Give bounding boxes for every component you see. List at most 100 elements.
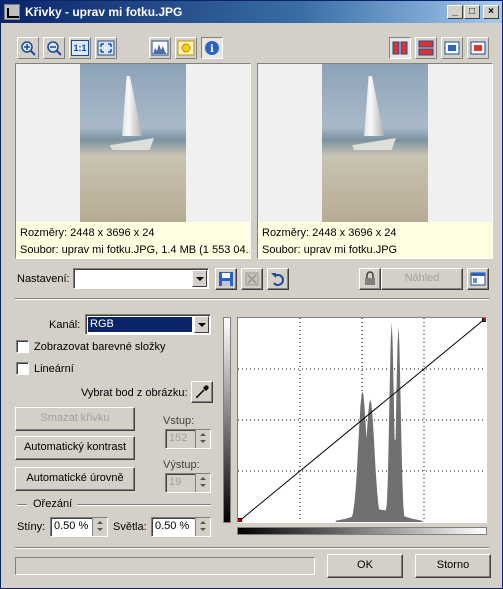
input-stepper[interactable]: 152 <box>165 429 211 449</box>
preview-button[interactable]: Náhled <box>381 268 463 290</box>
save-icon <box>219 272 233 286</box>
result-preview[interactable]: Rozměry: 2448 x 3696 x 24 Soubor: uprav … <box>257 63 493 259</box>
preset-label: Nastavení: <box>17 273 70 285</box>
undo-button[interactable] <box>267 268 289 290</box>
info-icon: i <box>205 41 219 55</box>
boat-shape <box>352 138 396 150</box>
curve-control-point[interactable] <box>482 314 490 322</box>
fit-window-icon <box>97 40 115 56</box>
brightness-icon <box>177 40 195 56</box>
boat-shape <box>110 138 154 150</box>
curves-window: Křivky - uprav mi fotku.JPG _ □ × 1:1 i <box>0 0 503 589</box>
channel-select[interactable]: RGB <box>85 314 211 335</box>
highlights-label: Světla: <box>113 521 147 533</box>
chevron-down-icon[interactable] <box>194 316 209 333</box>
zoom-out-icon <box>47 41 62 56</box>
histogram-icon <box>151 40 169 56</box>
output-label: Výstup: <box>163 459 200 471</box>
tower-shape <box>364 76 384 136</box>
show-components-checkbox[interactable] <box>16 340 29 353</box>
maximize-button[interactable]: □ <box>464 5 480 19</box>
split-vertical-icon <box>392 41 408 55</box>
save-preset-button[interactable] <box>215 268 237 290</box>
curve-editor[interactable] <box>234 314 490 526</box>
spin-arrows-icon[interactable] <box>195 518 210 536</box>
window-layout-button[interactable] <box>467 268 489 290</box>
separator <box>15 547 489 549</box>
original-preview[interactable]: Rozměry: 2448 x 3696 x 24 Soubor: uprav … <box>15 63 251 259</box>
single-result-icon <box>470 41 486 55</box>
tower-shape <box>122 76 142 136</box>
zoom-in-icon <box>21 41 36 56</box>
output-value: 19 <box>169 476 182 488</box>
lock-preview-button[interactable] <box>359 268 381 290</box>
channel-value: RGB <box>88 317 192 332</box>
lock-icon <box>365 271 375 285</box>
progress-bar <box>15 557 315 575</box>
output-stepper[interactable]: 19 <box>165 473 211 493</box>
minimize-button[interactable]: _ <box>447 5 463 19</box>
output-gradient-bar <box>223 317 231 523</box>
ok-button[interactable]: OK <box>327 554 403 578</box>
single-original-icon <box>444 41 460 55</box>
result-dimensions: Rozměry: 2448 x 3696 x 24 <box>262 227 397 239</box>
title-bar[interactable]: Křivky - uprav mi fotku.JPG _ □ × <box>1 1 502 23</box>
fit-window-button[interactable] <box>95 37 117 59</box>
highlights-value: 0.50 % <box>155 520 190 532</box>
spin-arrows-icon[interactable] <box>92 518 107 536</box>
linear-label: Lineární <box>34 363 74 375</box>
zoom-out-button[interactable] <box>43 37 65 59</box>
result-file: Soubor: uprav mi fotku.JPG <box>262 244 398 256</box>
preset-select[interactable] <box>73 268 209 289</box>
close-button[interactable]: × <box>483 5 499 19</box>
original-dimensions: Rozměry: 2448 x 3696 x 24 <box>20 227 155 239</box>
delete-preset-button[interactable] <box>241 268 263 290</box>
brightness-button[interactable] <box>175 37 197 59</box>
shadows-stepper[interactable]: 0.50 % <box>50 517 108 537</box>
zoom-in-button[interactable] <box>17 37 39 59</box>
highlights-stepper[interactable]: 0.50 % <box>151 517 211 537</box>
original-file: Soubor: uprav mi fotku.JPG, 1.4 MB (1 55… <box>20 244 250 256</box>
window-layout-icon <box>470 272 486 286</box>
info-button[interactable]: i <box>201 37 223 59</box>
eyedropper-icon <box>196 385 209 398</box>
split-vertical-button[interactable] <box>389 37 411 59</box>
spin-arrows-icon[interactable] <box>195 474 210 492</box>
original-info: Rozměry: 2448 x 3696 x 24 Soubor: uprav … <box>16 222 250 258</box>
clipping-title: Ořezání <box>33 498 73 510</box>
clipping-divider-right <box>77 504 211 506</box>
input-value: 152 <box>169 432 188 444</box>
cancel-button[interactable]: Storno <box>415 554 491 578</box>
undo-icon <box>271 273 284 286</box>
split-horizontal-button[interactable] <box>415 37 437 59</box>
spin-arrows-icon[interactable] <box>195 430 210 448</box>
histogram-button[interactable] <box>149 37 171 59</box>
single-result-button[interactable] <box>467 37 489 59</box>
auto-levels-button[interactable]: Automatické úrovně <box>15 467 135 491</box>
split-horizontal-icon <box>418 40 434 56</box>
input-label: Vstup: <box>163 415 195 427</box>
input-gradient-bar <box>237 527 487 535</box>
separator <box>15 298 489 300</box>
curve-control-point[interactable] <box>234 518 242 526</box>
shadows-value: 0.50 % <box>54 520 89 532</box>
actual-size-button[interactable]: 1:1 <box>69 37 91 59</box>
show-components-label: Zobrazovat barevné složky <box>34 341 166 353</box>
result-photo <box>322 64 428 222</box>
pick-point-label: Vybrat bod z obrázku: <box>81 387 188 399</box>
eyedropper-button[interactable] <box>191 381 213 403</box>
shadows-label: Stíny: <box>17 521 46 533</box>
single-original-button[interactable] <box>441 37 463 59</box>
channel-label: Kanál: <box>49 319 81 331</box>
chevron-down-icon[interactable] <box>192 270 207 287</box>
curve-graph[interactable] <box>234 314 490 526</box>
svg-text:i: i <box>210 44 214 55</box>
original-photo <box>80 64 186 222</box>
delete-curve-button[interactable]: Smazat křivku <box>15 407 135 431</box>
linear-checkbox[interactable] <box>16 362 29 375</box>
delete-icon <box>245 272 259 286</box>
result-info: Rozměry: 2448 x 3696 x 24 Soubor: uprav … <box>258 222 492 258</box>
window-title: Křivky - uprav mi fotku.JPG <box>25 5 183 19</box>
auto-contrast-button[interactable]: Automatický kontrast <box>15 436 135 460</box>
clipping-divider-left <box>17 504 27 506</box>
